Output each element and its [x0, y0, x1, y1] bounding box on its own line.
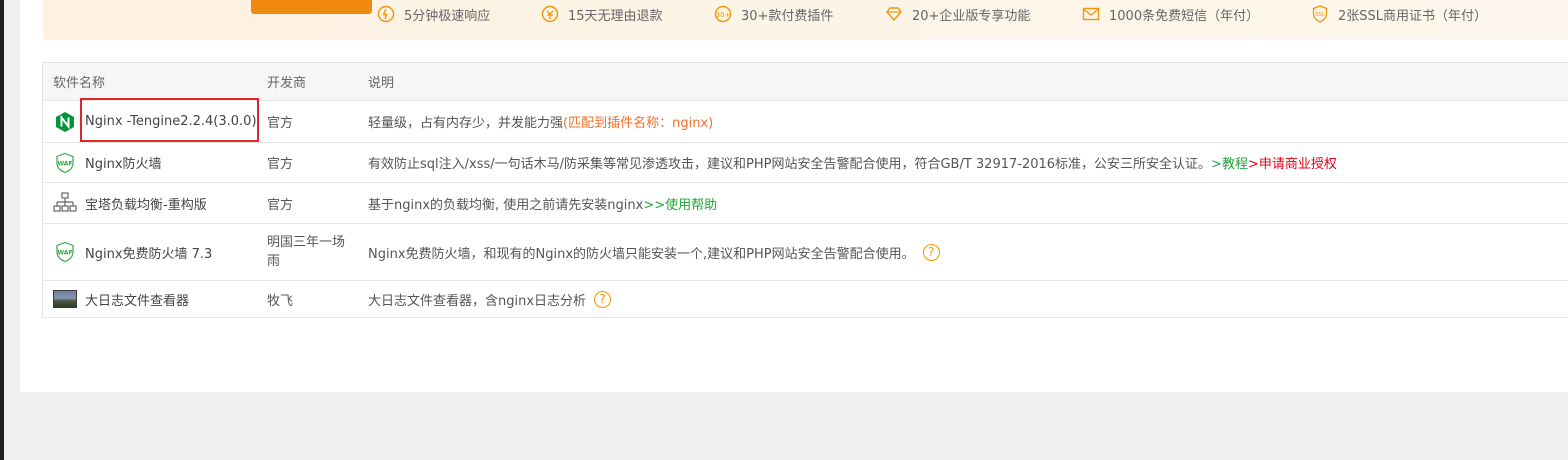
table-row[interactable]: WAF Nginx防火墙 官方 有效防止sql注入/xss/一句话木马/防采集等… — [43, 143, 1568, 183]
diamond-icon — [886, 7, 902, 22]
perk-label: 30+款付费插件 — [741, 8, 834, 24]
svg-text:30+: 30+ — [716, 11, 731, 19]
log-viewer-thumbnail — [53, 287, 77, 311]
mail-icon — [1082, 7, 1100, 21]
software-name[interactable]: 宝塔负载均衡-重构版 — [85, 194, 207, 213]
perk-label: 15天无理由退款 — [568, 8, 663, 24]
usage-help-link[interactable]: >>使用帮助 — [643, 194, 717, 213]
window-edge — [0, 0, 4, 460]
waf-shield-icon: WAF — [53, 240, 77, 264]
description-text: 轻量级，占有内存少，并发能力强 — [368, 116, 564, 131]
description-cell: 大日志文件查看器，含nginx日志分析 ? — [368, 281, 612, 317]
software-name-cell: WAF Nginx免费防火墙 7.3 — [53, 224, 212, 280]
software-name-cell: 大日志文件查看器 — [53, 281, 189, 317]
perk-enterprise: 20+企业版专享功能 — [884, 3, 1030, 25]
table-row[interactable]: WAF Nginx免费防火墙 7.3 明国三年一场雨 Nginx免费防火墙，和现… — [43, 224, 1568, 281]
help-icon[interactable]: ? — [594, 290, 612, 308]
column-header-name: 软件名称 — [53, 76, 106, 91]
highlight-annotation-box — [80, 98, 259, 142]
description-cell: 基于nginx的负载均衡, 使用之前请先安装nginx >>使用帮助 — [368, 183, 717, 223]
perk-fast-response: 5分钟极速响应 — [376, 3, 490, 25]
plugin-30-icon: 30+ — [714, 5, 732, 23]
software-name-cell: 宝塔负载均衡-重构版 — [53, 183, 207, 223]
column-header-description: 说明 — [368, 76, 395, 91]
description-text: 大日志文件查看器，含nginx日志分析 — [368, 293, 587, 309]
match-note: (匹配到插件名称：nginx) — [563, 116, 714, 131]
description-text: Nginx免费防火墙，和现有的Nginx的防火墙只能安装一个,建议和PHP网站安… — [368, 246, 915, 262]
perk-sms: 1000条免费短信（年付） — [1081, 3, 1259, 25]
clock-lightning-icon — [377, 5, 395, 23]
table-row[interactable]: 大日志文件查看器 牧飞 大日志文件查看器，含nginx日志分析 ? — [43, 281, 1568, 318]
description-text: 基于nginx的负载均衡, 使用之前请先安装nginx — [368, 197, 644, 213]
developer-cell: 官方 — [267, 197, 294, 213]
commercial-license-link[interactable]: >申请商业授权 — [1248, 153, 1337, 172]
developer-name: 明国三年一场雨 — [267, 235, 346, 269]
table-row[interactable]: Nginx -Tengine2.2.4(3.0.0) 官方 轻量级，占有内存少，… — [43, 101, 1568, 143]
nginx-icon — [53, 110, 77, 134]
refund-icon — [541, 5, 559, 23]
perk-label: 20+企业版专享功能 — [912, 8, 1031, 24]
perk-plugins: 30+ 30+款付费插件 — [713, 3, 833, 25]
software-name[interactable]: Nginx免费防火墙 7.3 — [85, 243, 212, 262]
ssl-shield-icon: SSL — [1312, 5, 1328, 23]
perk-ssl: SSL 2张SSL商用证书（年付） — [1310, 3, 1487, 25]
load-balance-icon — [53, 191, 77, 215]
description-cell: Nginx免费防火墙，和现有的Nginx的防火墙只能安装一个,建议和PHP网站安… — [368, 224, 940, 280]
description-cell: 轻量级，占有内存少，并发能力强 (匹配到插件名称：nginx) — [368, 101, 713, 142]
help-icon[interactable]: ? — [922, 243, 940, 261]
perk-label: 1000条免费短信（年付） — [1109, 8, 1260, 24]
perk-label: 2张SSL商用证书（年付） — [1338, 8, 1488, 24]
svg-text:WAF: WAF — [57, 250, 72, 257]
tutorial-link[interactable]: >教程 — [1211, 153, 1248, 172]
description-cell: 有效防止sql注入/xss/一句话木马/防采集等常见渗透攻击，建议和PHP网站安… — [368, 143, 1337, 182]
column-header-developer: 开发商 — [267, 76, 307, 91]
developer-cell: 牧飞 — [267, 293, 294, 309]
software-table: 软件名称 开发商 说明 Nginx -Tengine2.2.4(3.0.0) 官… — [42, 62, 1568, 318]
perk-refund: 15天无理由退款 — [540, 3, 663, 25]
promo-buy-button[interactable] — [251, 0, 372, 14]
perk-label: 5分钟极速响应 — [404, 8, 491, 24]
software-name[interactable]: 大日志文件查看器 — [85, 290, 189, 309]
table-header-row: 软件名称 开发商 说明 — [43, 63, 1568, 101]
svg-text:WAF: WAF — [57, 160, 72, 167]
svg-text:SSL: SSL — [1315, 12, 1324, 18]
description-text: 有效防止sql注入/xss/一句话木马/防采集等常见渗透攻击，建议和PHP网站安… — [368, 157, 1212, 172]
developer-cell: 官方 — [267, 116, 294, 131]
developer-cell: 官方 — [267, 157, 294, 172]
software-name[interactable]: Nginx防火墙 — [85, 153, 162, 172]
software-name-cell: WAF Nginx防火墙 — [53, 143, 162, 182]
promo-banner: 5分钟极速响应 15天无理由退款 30+ 30+款付费插件 20+企业版专享功能… — [43, 0, 1568, 40]
table-row[interactable]: 宝塔负载均衡-重构版 官方 基于nginx的负载均衡, 使用之前请先安装ngin… — [43, 183, 1568, 224]
developer-cell: 明国三年一场雨 — [267, 224, 357, 280]
waf-shield-icon: WAF — [53, 151, 77, 175]
